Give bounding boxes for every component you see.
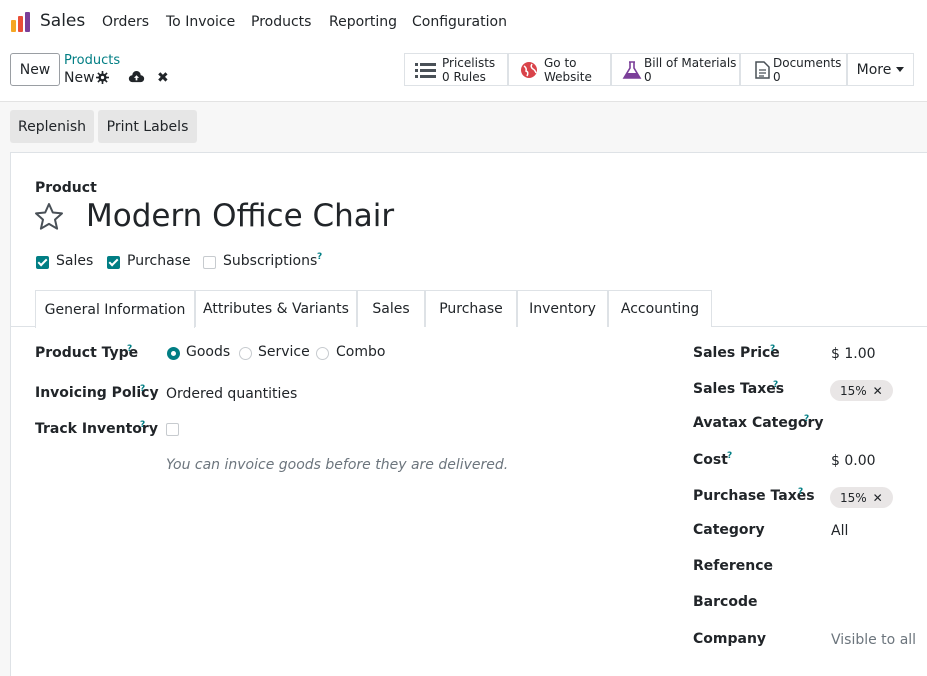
invoicing-policy-select[interactable]: Ordered quantities: [166, 386, 297, 402]
category-label: Category: [693, 522, 765, 538]
top-navbar: Sales Orders To Invoice Products Reporti…: [0, 0, 927, 46]
product-type-label: Product Type: [35, 345, 139, 361]
form-view: Replenish Print Labels Product Modern Of…: [0, 102, 927, 676]
print-labels-button[interactable]: Print Labels: [98, 110, 197, 143]
tab-accounting[interactable]: Accounting: [608, 290, 712, 327]
sales-taxes-help-icon[interactable]: ?: [773, 380, 778, 390]
star-icon[interactable]: [33, 201, 65, 233]
avatax-help-icon[interactable]: ?: [804, 414, 809, 424]
tab-general-information[interactable]: General Information: [35, 290, 195, 328]
company-label: Company: [693, 631, 767, 647]
menu-to-invoice[interactable]: To Invoice: [166, 14, 235, 30]
new-button[interactable]: New: [10, 53, 60, 86]
documents-button[interactable]: Documents 0: [740, 53, 847, 86]
category-field[interactable]: All: [831, 523, 848, 539]
gear-icon[interactable]: [96, 71, 109, 84]
radio-service[interactable]: [239, 347, 252, 360]
product-type-help-icon[interactable]: ?: [127, 344, 132, 354]
purchase-tax-tag-label: 15%: [840, 490, 867, 505]
sales-price-field[interactable]: $ 1.00: [831, 346, 876, 362]
product-label: Product: [35, 180, 97, 196]
product-name-field[interactable]: Modern Office Chair: [86, 198, 394, 234]
pricelists-label: Pricelists: [442, 56, 496, 70]
documents-label: Documents: [773, 56, 842, 70]
purchase-checkbox-label[interactable]: Purchase: [127, 253, 191, 269]
sales-price-label: Sales Price: [693, 345, 780, 361]
cost-label: Cost: [693, 452, 728, 468]
control-panel: New Products New ✖ Pricelists 0 Rules Go…: [0, 46, 927, 102]
discard-icon[interactable]: ✖: [157, 70, 169, 86]
more-label: More: [856, 61, 892, 78]
pricelists-count: 0: [442, 70, 450, 84]
tab-sales[interactable]: Sales: [357, 290, 425, 327]
remove-tag-icon[interactable]: ✕: [873, 491, 883, 505]
subscriptions-checkbox-label[interactable]: Subscriptions: [223, 253, 317, 269]
website-label: Website: [544, 70, 592, 84]
radio-goods-label[interactable]: Goods: [186, 344, 230, 360]
more-button[interactable]: More: [847, 53, 914, 86]
radio-combo[interactable]: [316, 347, 329, 360]
menu-reporting[interactable]: Reporting: [329, 14, 397, 30]
breadcrumb-current: New: [64, 70, 95, 86]
pricelists-suffix: Rules: [453, 70, 486, 84]
radio-goods[interactable]: [167, 347, 180, 360]
track-inventory-checkbox[interactable]: [166, 423, 179, 436]
menu-products[interactable]: Products: [251, 14, 311, 30]
sales-taxes-label: Sales Taxes: [693, 381, 785, 397]
purchase-tax-tag[interactable]: 15% ✕: [830, 487, 893, 508]
purchase-checkbox[interactable]: [107, 256, 120, 269]
reference-label: Reference: [693, 558, 774, 574]
globe-icon: [521, 62, 537, 78]
sales-price-help-icon[interactable]: ?: [770, 344, 775, 354]
invoicing-note: You can invoice goods before they are de…: [166, 457, 509, 473]
remove-tag-icon[interactable]: ✕: [873, 384, 883, 398]
pricelists-count-line: 0 Rules: [442, 70, 486, 84]
documents-count: 0: [773, 70, 781, 84]
bom-count: 0: [644, 70, 652, 84]
tab-inventory[interactable]: Inventory: [517, 290, 608, 327]
pricelists-button[interactable]: Pricelists 0 Rules: [404, 53, 508, 86]
replenish-button[interactable]: Replenish: [10, 110, 94, 143]
sales-checkbox-label[interactable]: Sales: [56, 253, 93, 269]
invoicing-policy-help-icon[interactable]: ?: [140, 384, 145, 394]
radio-service-label[interactable]: Service: [258, 344, 310, 360]
sales-checkbox[interactable]: [36, 256, 49, 269]
caret-down-icon: [896, 67, 905, 72]
app-name[interactable]: Sales: [40, 11, 85, 31]
barcode-label: Barcode: [693, 594, 758, 610]
purchase-taxes-label: Purchase Taxes: [693, 488, 815, 504]
breadcrumb-products[interactable]: Products: [64, 53, 120, 68]
list-icon: [415, 63, 436, 78]
bill-of-materials-button[interactable]: Bill of Materials 0: [611, 53, 740, 86]
go-to-website-button[interactable]: Go to Website: [508, 53, 611, 86]
company-field[interactable]: Visible to all: [831, 632, 916, 648]
bom-label: Bill of Materials: [644, 56, 737, 70]
menu-orders[interactable]: Orders: [102, 14, 149, 30]
subscriptions-checkbox[interactable]: [203, 256, 216, 269]
track-inventory-help-icon[interactable]: ?: [140, 420, 145, 430]
cost-help-icon[interactable]: ?: [727, 451, 732, 461]
sales-tax-tag-label: 15%: [840, 383, 867, 398]
radio-combo-label[interactable]: Combo: [336, 344, 385, 360]
subscriptions-help-icon[interactable]: ?: [317, 252, 322, 262]
menu-configuration[interactable]: Configuration: [412, 14, 507, 30]
tab-purchase[interactable]: Purchase: [425, 290, 517, 327]
go-to-label: Go to: [544, 56, 577, 70]
sales-app-icon[interactable]: [10, 11, 32, 33]
cost-field[interactable]: $ 0.00: [831, 453, 876, 469]
file-icon: [755, 61, 770, 79]
purchase-taxes-help-icon[interactable]: ?: [798, 487, 803, 497]
flask-icon: [622, 61, 642, 79]
form-sheet: Product Modern Office Chair Sales Purcha…: [10, 152, 927, 676]
cloud-upload-icon[interactable]: [128, 70, 145, 84]
tab-attributes-variants[interactable]: Attributes & Variants: [195, 290, 357, 327]
sales-tax-tag[interactable]: 15% ✕: [830, 380, 893, 401]
